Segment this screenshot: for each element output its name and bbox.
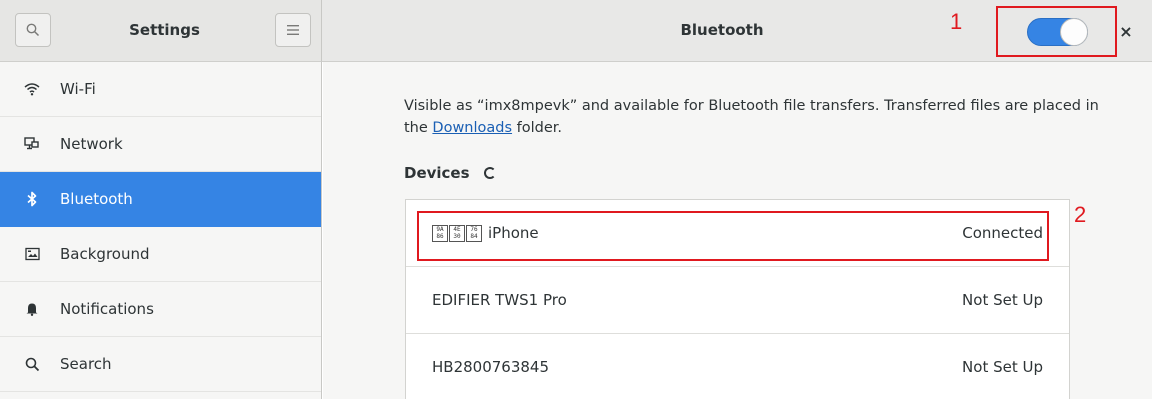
loading-spinner-icon	[483, 167, 496, 179]
bluetooth-icon	[23, 190, 41, 208]
annotation-number-1: 1	[950, 9, 963, 34]
network-icon	[23, 135, 41, 153]
sidebar-item-label: Search	[60, 355, 112, 373]
sidebar-item-label: Background	[60, 245, 150, 263]
wifi-icon	[23, 80, 41, 98]
sidebar-item-background[interactable]: Background	[0, 227, 321, 282]
background-icon	[23, 245, 41, 263]
menu-button[interactable]	[275, 13, 311, 47]
sidebar-item-label: Network	[60, 135, 123, 153]
bell-icon	[23, 300, 41, 318]
sidebar: Wi-Fi Network Bluetooth Background Notif…	[0, 62, 322, 399]
settings-header: Settings	[0, 0, 322, 62]
sidebar-item-network[interactable]: Network	[0, 117, 321, 172]
sidebar-item-label: Notifications	[60, 300, 154, 318]
device-name: EDIFIER TWS1 Pro	[432, 291, 567, 309]
device-row-hb2800763845[interactable]: HB2800763845 Not Set Up	[406, 334, 1069, 399]
device-name: HB2800763845	[432, 358, 550, 376]
description-text-end: folder.	[512, 120, 563, 136]
header-bar: Settings Bluetooth ×	[0, 0, 1152, 62]
downloads-link[interactable]: Downloads	[432, 120, 512, 136]
device-status: Not Set Up	[962, 358, 1043, 376]
sidebar-item-wifi[interactable]: Wi-Fi	[0, 62, 321, 117]
annotation-box-1	[996, 6, 1117, 57]
search-icon	[23, 355, 41, 373]
device-row-edifier[interactable]: EDIFIER TWS1 Pro Not Set Up	[406, 267, 1069, 334]
annotation-box-2	[417, 211, 1049, 261]
device-status: Not Set Up	[962, 291, 1043, 309]
sidebar-item-label: Wi-Fi	[60, 80, 96, 98]
devices-label: Devices	[404, 164, 470, 182]
sidebar-item-search[interactable]: Search	[0, 337, 321, 392]
visibility-description: Visible as “imx8mpevk” and available for…	[404, 95, 1104, 139]
annotation-number-2: 2	[1074, 202, 1087, 227]
settings-title: Settings	[129, 21, 200, 39]
close-button[interactable]: ×	[1117, 21, 1135, 41]
sidebar-item-label: Bluetooth	[60, 190, 133, 208]
sidebar-item-notifications[interactable]: Notifications	[0, 282, 321, 337]
close-icon: ×	[1119, 21, 1133, 41]
sidebar-item-bluetooth[interactable]: Bluetooth	[0, 172, 321, 227]
devices-header: Devices	[404, 164, 496, 182]
hamburger-menu-icon	[287, 25, 299, 35]
